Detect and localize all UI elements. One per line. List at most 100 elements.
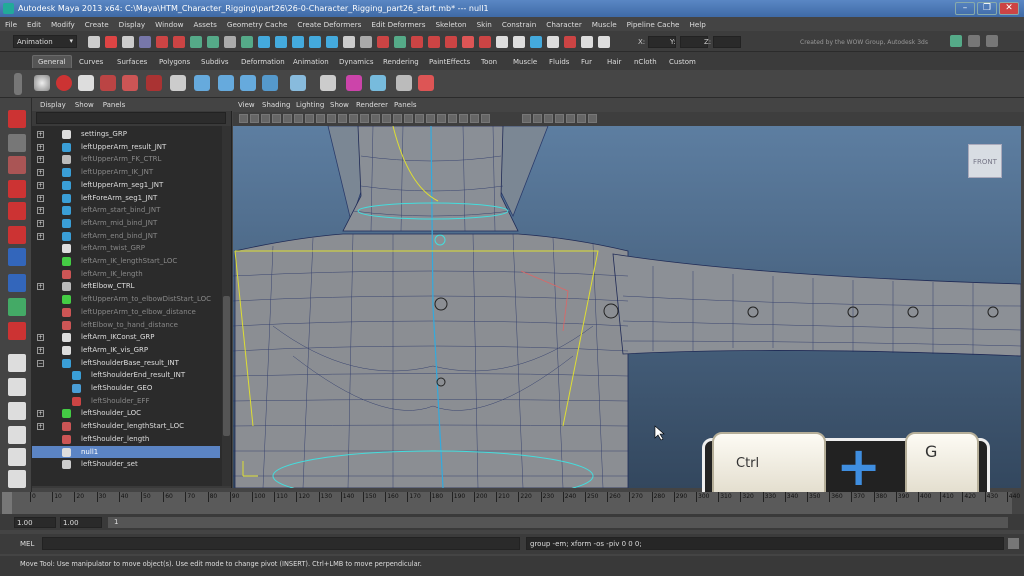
status-tool-1-icon[interactable]	[88, 36, 100, 48]
viewport-menu-shading[interactable]: Shading	[262, 101, 290, 109]
outliner-row[interactable]: leftShoulder_set	[32, 458, 220, 470]
menu-create[interactable]: Create	[80, 17, 114, 31]
status-tool-22-icon[interactable]	[445, 36, 457, 48]
shelf-tab-subdivs[interactable]: Subdivs	[196, 56, 234, 68]
expand-toggle[interactable]: +	[37, 232, 44, 240]
status-tool-3-icon[interactable]	[122, 36, 134, 48]
expand-toggle[interactable]: +	[37, 334, 44, 342]
sphere-icon[interactable]	[170, 75, 186, 91]
expand-toggle[interactable]: +	[37, 181, 44, 189]
status-tool-26-icon[interactable]	[513, 36, 525, 48]
outliner-row[interactable]: + leftElbow_CTRL	[32, 280, 220, 292]
outliner-row[interactable]: leftArm_twist_GRP	[32, 242, 220, 254]
paint-select-icon[interactable]	[8, 156, 26, 174]
expand-toggle[interactable]: +	[37, 283, 44, 291]
status-tool-19-icon[interactable]	[394, 36, 406, 48]
range-start-field[interactable]: 1.00	[14, 517, 56, 528]
expand-toggle[interactable]: +	[37, 219, 44, 227]
view-cube[interactable]: FRONT	[968, 144, 1002, 178]
viewport[interactable]: FRONT	[233, 126, 1021, 488]
script-editor-icon[interactable]	[1008, 538, 1019, 549]
outliner-row[interactable]: leftElbow_to_hand_distance	[32, 319, 220, 331]
viewport-menu-panels[interactable]: Panels	[394, 101, 417, 109]
menu-help[interactable]: Help	[684, 17, 710, 31]
viewport-tool-10-icon[interactable]	[338, 114, 347, 123]
status-tool-28-icon[interactable]	[547, 36, 559, 48]
shelf-tab-painteffects[interactable]: PaintEffects	[424, 56, 475, 68]
layout-four-icon[interactable]	[8, 378, 26, 396]
layout-outliner-icon[interactable]	[8, 426, 26, 444]
status-tool-15-icon[interactable]	[326, 36, 338, 48]
viewport-tool-12-icon[interactable]	[360, 114, 369, 123]
shelf-tab-ncloth[interactable]: nCloth	[629, 56, 662, 68]
menu-assets[interactable]: Assets	[189, 17, 222, 31]
shelf-tab-general[interactable]: General	[32, 55, 72, 68]
outliner-row[interactable]: leftShoulder_GEO	[32, 382, 220, 394]
range-slider[interactable]: 1	[108, 517, 1008, 528]
status-tool-20-icon[interactable]	[411, 36, 423, 48]
shelf-tab-deformation[interactable]: Deformation	[236, 56, 290, 68]
viewport-menu-show[interactable]: Show	[330, 101, 349, 109]
tool-settings-icon[interactable]	[986, 35, 998, 47]
viewport-tool-18-icon[interactable]	[426, 114, 435, 123]
lasso-tool-icon[interactable]	[8, 134, 26, 152]
viewport-tool-15-icon[interactable]	[393, 114, 402, 123]
rotate-tool-icon[interactable]	[8, 202, 26, 220]
viewport-tool-4-icon[interactable]	[272, 114, 281, 123]
z-field[interactable]	[713, 36, 741, 48]
status-tool-16-icon[interactable]	[343, 36, 355, 48]
close-button[interactable]: ✕	[999, 2, 1019, 15]
status-tool-30-icon[interactable]	[581, 36, 593, 48]
shelf-tab-dynamics[interactable]: Dynamics	[334, 56, 379, 68]
menu-file[interactable]: File	[0, 17, 22, 31]
menu-pipeline-cache[interactable]: Pipeline Cache	[622, 17, 685, 31]
expand-toggle[interactable]: +	[37, 423, 44, 431]
expand-toggle[interactable]: +	[37, 410, 44, 418]
menu-display[interactable]: Display	[114, 17, 151, 31]
status-tool-6-icon[interactable]	[173, 36, 185, 48]
maximize-button[interactable]: ❐	[977, 2, 997, 15]
shelf-tab-custom[interactable]: Custom	[664, 56, 701, 68]
viewport-tool-6-icon[interactable]	[294, 114, 303, 123]
outliner-row[interactable]: + leftForeArm_seg1_JNT	[32, 192, 220, 204]
status-tool-24-icon[interactable]	[479, 36, 491, 48]
menu-modify[interactable]: Modify	[46, 17, 80, 31]
viewport-tool-13-icon[interactable]	[371, 114, 380, 123]
viewport-tool-22-icon[interactable]	[470, 114, 479, 123]
viewport-tool-2-icon[interactable]	[250, 114, 259, 123]
outliner-row[interactable]: + leftArm_start_bind_JNT	[32, 204, 220, 216]
status-tool-8-icon[interactable]	[207, 36, 219, 48]
status-tool-2-icon[interactable]	[105, 36, 117, 48]
outliner-row[interactable]: leftShoulderEnd_result_INT	[32, 369, 220, 381]
select-tool-icon[interactable]	[8, 110, 26, 128]
viewport-tool-27-icon[interactable]	[555, 114, 564, 123]
shelf-tab-muscle[interactable]: Muscle	[508, 56, 542, 68]
expand-toggle[interactable]: +	[37, 207, 44, 215]
manipulator-tool-icon[interactable]	[8, 248, 26, 266]
menu-edit[interactable]: Edit	[22, 17, 46, 31]
status-tool-11-icon[interactable]	[258, 36, 270, 48]
status-tool-9-icon[interactable]	[224, 36, 236, 48]
outliner-row[interactable]: + leftUpperArm_IK_JNT	[32, 166, 220, 178]
status-tool-27-icon[interactable]	[530, 36, 542, 48]
expand-toggle[interactable]: +	[37, 131, 44, 138]
viewport-tool-11-icon[interactable]	[349, 114, 358, 123]
status-tool-23-icon[interactable]	[462, 36, 474, 48]
time-slider-handle[interactable]	[2, 492, 12, 514]
cube-icon[interactable]	[194, 75, 210, 91]
viewport-menu-view[interactable]: View	[238, 101, 255, 109]
layout-custom-icon[interactable]	[8, 470, 26, 488]
viewport-tool-23-icon[interactable]	[481, 114, 490, 123]
menu-character[interactable]: Character	[541, 17, 587, 31]
poly-sphere-icon[interactable]	[262, 75, 278, 91]
outliner-row[interactable]: + leftArm_IKConst_GRP	[32, 331, 220, 343]
expand-toggle[interactable]: −	[37, 359, 44, 367]
outliner-row[interactable]: null1	[32, 445, 220, 458]
outliner-row[interactable]: leftShoulder_length	[32, 433, 220, 445]
menu-set-dropdown[interactable]: Animation ▾	[13, 35, 77, 48]
expand-toggle[interactable]: +	[37, 194, 44, 202]
poly-cube-icon[interactable]	[290, 75, 306, 91]
viewport-tool-19-icon[interactable]	[437, 114, 446, 123]
outliner-row[interactable]: leftArm_IK_length	[32, 268, 220, 280]
status-tool-10-icon[interactable]	[241, 36, 253, 48]
